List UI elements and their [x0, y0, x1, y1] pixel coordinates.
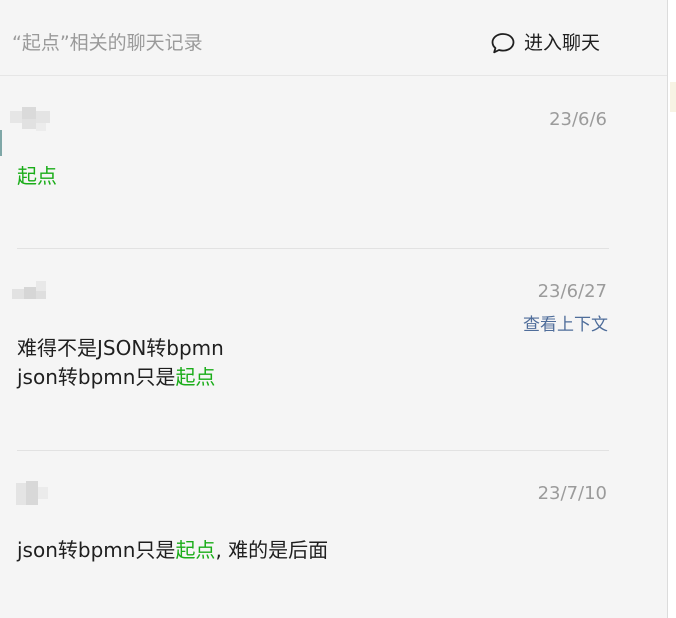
- background-highlight: [670, 82, 676, 112]
- message-text: , 难的是后面: [215, 538, 329, 562]
- search-result-item[interactable]: 23/6/6 起点: [0, 77, 667, 249]
- message-line: json转bpmn只是起点, 难的是后面: [17, 536, 328, 564]
- avatar: [10, 107, 58, 135]
- panel-header: “起点”相关的聊天记录 进入聊天: [0, 0, 667, 76]
- enter-chat-label: 进入聊天: [524, 32, 601, 54]
- chat-search-panel: “起点”相关的聊天记录 进入聊天 23/6/6 起点 23/6/27 查看上下文…: [0, 0, 668, 618]
- keyword-highlight: 起点: [17, 164, 57, 188]
- keyword-highlight: 起点: [175, 538, 216, 562]
- search-result-item[interactable]: 23/7/10 json转bpmn只是起点, 难的是后面: [0, 451, 667, 618]
- message-date: 23/6/6: [549, 109, 607, 130]
- message-text: json转bpmn只是: [17, 365, 176, 389]
- avatar: [10, 279, 58, 307]
- keyword-highlight: 起点: [175, 365, 216, 389]
- background-window-edge: [669, 0, 676, 618]
- message-text: 难得不是JSON转bpmn: [17, 336, 224, 360]
- message-date: 23/6/27: [537, 281, 607, 302]
- search-result-item[interactable]: 23/6/27 查看上下文 难得不是JSON转bpmn json转bpmn只是起…: [0, 249, 667, 450]
- message-text: json转bpmn只是: [17, 538, 176, 562]
- message-line: 起点: [17, 162, 57, 190]
- message-date: 23/7/10: [537, 483, 607, 504]
- enter-chat-button[interactable]: 进入聊天: [490, 29, 600, 57]
- view-context-link[interactable]: 查看上下文: [523, 314, 608, 336]
- search-results-title: “起点”相关的聊天记录: [12, 32, 203, 54]
- message-line: json转bpmn只是起点: [17, 363, 215, 391]
- avatar: [14, 481, 62, 509]
- message-line: 难得不是JSON转bpmn: [17, 334, 224, 362]
- chat-bubble-icon: [490, 31, 516, 55]
